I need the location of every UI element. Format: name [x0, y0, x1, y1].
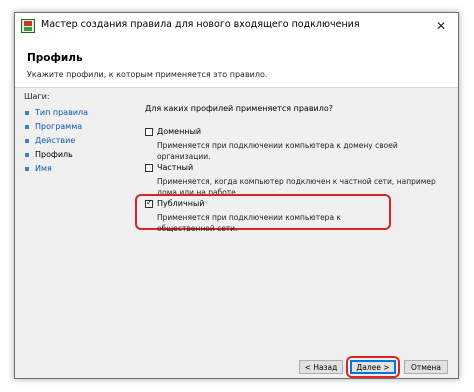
page-subtitle: Укажите профили, к которым применяется э…	[27, 70, 268, 79]
domain-description: Применяется при подключении компьютера к…	[157, 141, 398, 161]
step-label: Имя	[35, 164, 52, 173]
domain-checkbox[interactable]	[145, 128, 153, 136]
step-label: Действие	[35, 136, 76, 145]
public-checkbox[interactable]	[145, 198, 153, 208]
step-label: Программа	[35, 122, 83, 131]
wizard-window: Мастер создания правила для нового входя…	[14, 12, 459, 379]
step-rule-type[interactable]: Тип правила	[25, 108, 88, 117]
step-action[interactable]: Действие	[25, 136, 75, 145]
firewall-icon	[21, 19, 35, 33]
bullet-icon	[25, 152, 29, 157]
page-header: Профиль Укажите профили, к которым приме…	[15, 39, 458, 88]
profile-content: Для каких профилей применяется правило? …	[121, 88, 458, 378]
private-checkbox[interactable]	[145, 164, 153, 172]
window-title: Мастер создания правила для нового входя…	[41, 19, 360, 30]
bullet-icon	[25, 166, 29, 171]
bullet-icon	[25, 138, 29, 143]
step-profile[interactable]: Профиль	[25, 150, 73, 159]
steps-sidebar: Шаги: Тип правила Программа Действие Про…	[15, 88, 121, 378]
public-description: Применяется при подключении компьютера к…	[157, 213, 341, 233]
domain-label[interactable]: Доменный	[157, 127, 201, 136]
profiles-question: Для каких профилей применяется правило?	[145, 104, 334, 113]
close-button[interactable]: ✕	[430, 16, 452, 36]
bullet-icon	[25, 110, 29, 115]
back-button[interactable]: < Назад	[299, 360, 343, 374]
title-bar: Мастер создания правила для нового входя…	[15, 13, 458, 39]
step-label: Профиль	[35, 150, 73, 159]
private-label[interactable]: Частный	[157, 163, 193, 172]
step-label: Тип правила	[35, 108, 88, 117]
steps-label: Шаги:	[24, 92, 50, 101]
step-program[interactable]: Программа	[25, 122, 82, 131]
page-title: Профиль	[27, 52, 83, 64]
bullet-icon	[25, 124, 29, 129]
public-label[interactable]: Публичный	[157, 199, 204, 208]
step-name[interactable]: Имя	[25, 164, 52, 173]
next-button[interactable]: Далее >	[350, 360, 396, 374]
cancel-button[interactable]: Отмена	[404, 360, 448, 374]
